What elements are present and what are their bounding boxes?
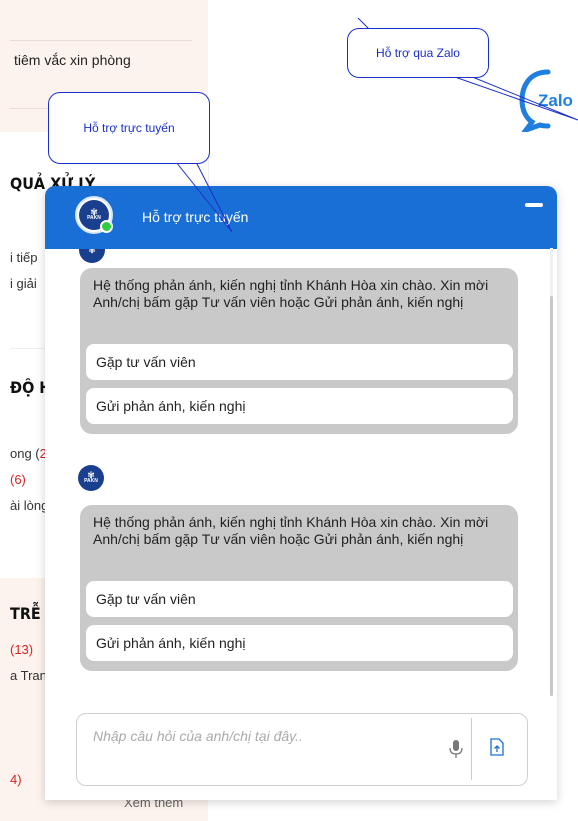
bot-message: Hệ thống phản ánh, kiến nghị tỉnh Khánh … <box>80 505 518 671</box>
background-text: a Tran <box>10 668 47 683</box>
section-heading-late: TRỄ <box>10 604 41 623</box>
background-text: (6) <box>10 472 26 487</box>
background-text: ong (2 <box>10 446 47 461</box>
zalo-logo-text: Zalo <box>538 91 573 110</box>
chat-messages: ✾ Hệ thống phản ánh, kiến nghị tỉnh Khán… <box>45 249 557 704</box>
chat-widget: ✾ PAKN Hỗ trợ trực tuyến ✾ Hệ thống phản… <box>45 186 557 800</box>
send-feedback-button[interactable]: Gửi phản ánh, kiến nghị <box>86 625 513 661</box>
meet-consultant-button[interactable]: Gặp tư vấn viên <box>86 344 513 380</box>
background-text: i tiếp <box>10 250 38 265</box>
chat-header[interactable]: ✾ PAKN Hỗ trợ trực tuyến <box>45 186 557 249</box>
background-text: 4) <box>10 772 22 787</box>
chat-input-box[interactable]: Nhập câu hỏi của anh/chị tại đây.. <box>76 713 528 786</box>
bot-message: Hệ thống phản ánh, kiến nghị tỉnh Khánh … <box>80 268 518 434</box>
avatar-text: PAKN <box>84 478 98 484</box>
pakn-logo-icon: ✾ PAKN <box>78 465 104 491</box>
background-text: ài lòng <box>10 498 49 513</box>
avatar-text: PAKN <box>87 215 101 221</box>
online-support-tooltip: Hỗ trợ trực tuyến <box>48 92 210 164</box>
microphone-icon[interactable] <box>449 740 463 758</box>
send-feedback-button[interactable]: Gửi phản ánh, kiến nghị <box>86 388 513 424</box>
bot-avatar: ✾ <box>77 249 107 265</box>
message-text: Hệ thống phản ánh, kiến nghị tỉnh Khánh … <box>93 514 489 547</box>
tooltip-label: Hỗ trợ qua Zalo <box>376 46 460 60</box>
chat-input-placeholder[interactable]: Nhập câu hỏi của anh/chị tại đây.. <box>93 728 303 744</box>
pakn-logo-icon: ✾ <box>79 249 105 263</box>
background-text: (13) <box>10 642 34 657</box>
zalo-logo-icon[interactable]: Zalo <box>518 68 578 132</box>
chat-avatar: ✾ PAKN <box>75 196 113 234</box>
bot-avatar: ✾ PAKN <box>76 463 106 493</box>
meet-consultant-button[interactable]: Gặp tư vấn viên <box>86 581 513 617</box>
online-status-icon <box>100 220 113 233</box>
tooltip-label: Hỗ trợ trực tuyến <box>83 121 175 135</box>
minimize-button[interactable] <box>525 203 543 207</box>
background-text: i giải <box>10 276 37 291</box>
background-list-item[interactable]: tiêm vắc xin phòng <box>14 52 131 68</box>
zalo-support-tooltip: Hỗ trợ qua Zalo <box>347 28 489 78</box>
divider <box>471 718 472 780</box>
chat-title: Hỗ trợ trực tuyến <box>142 209 249 225</box>
message-text: Hệ thống phản ánh, kiến nghị tỉnh Khánh … <box>93 277 489 310</box>
divider <box>10 40 192 41</box>
upload-file-icon[interactable] <box>489 738 505 756</box>
